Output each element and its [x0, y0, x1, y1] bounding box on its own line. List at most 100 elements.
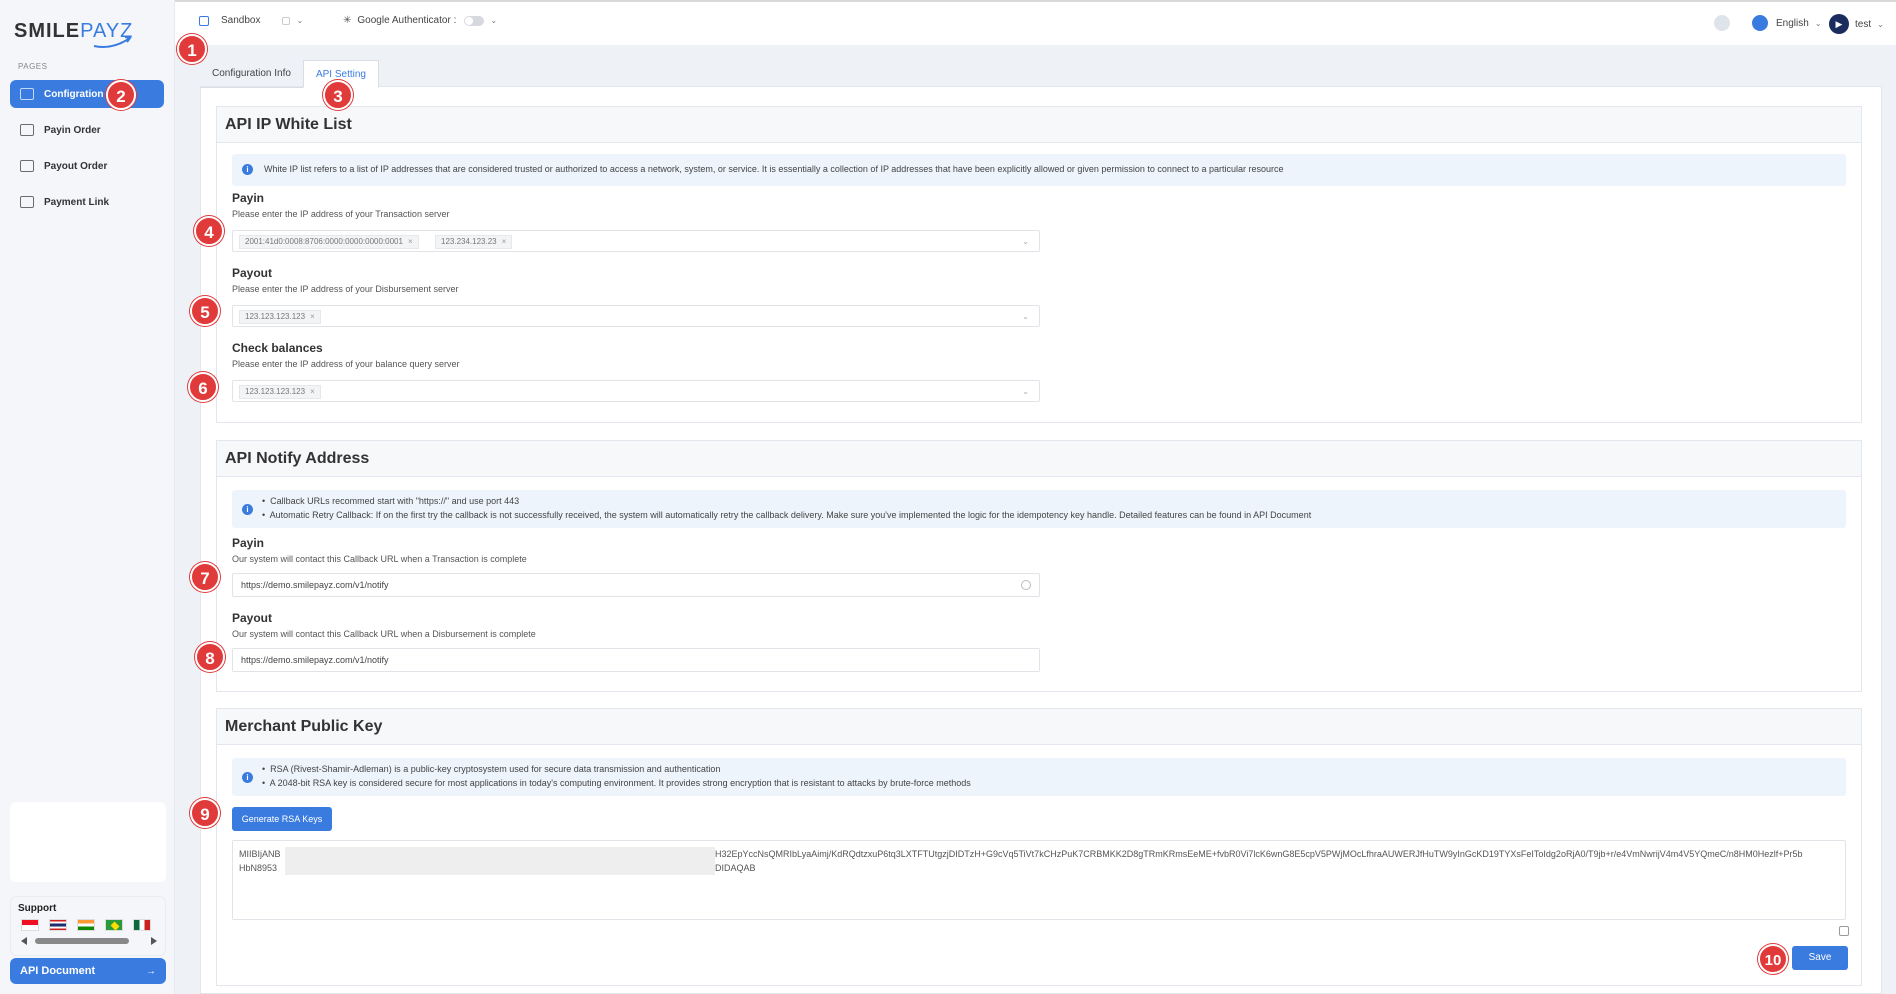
google-authenticator-toggle[interactable]: ✳ Google Authenticator : ⌄: [343, 15, 497, 26]
step-marker-8: 8: [195, 642, 225, 672]
env-label: Sandbox: [221, 15, 261, 26]
support-panel: Support: [10, 896, 166, 956]
publickey-bullet-2: • A 2048-bit RSA key is considered secur…: [262, 778, 971, 788]
clear-icon[interactable]: [1021, 580, 1031, 590]
thailand-flag-icon[interactable]: [49, 919, 67, 931]
generate-rsa-keys-button[interactable]: Generate RSA Keys: [232, 807, 332, 831]
scroll-thumb[interactable]: [35, 938, 129, 944]
ip-tag[interactable]: 2001:41d0:0008:8706:0000:0000:0000:0001 ×: [239, 235, 419, 249]
flags-scrollbar[interactable]: [21, 937, 157, 945]
info-icon: i: [242, 772, 253, 783]
sandbox-icon: [199, 15, 209, 26]
sidebar-item-label: Configration: [44, 88, 104, 100]
payin-ip-label: Payin: [232, 191, 265, 205]
payout-callback-input[interactable]: https://demo.smilepayz.com/v1/notify: [232, 648, 1040, 672]
info-icon: i: [242, 164, 253, 175]
section-title: API IP White List: [217, 107, 1861, 143]
close-icon[interactable]: ×: [502, 237, 507, 246]
sidebar-item-label: Payin Order: [44, 124, 101, 136]
sidebar-item-payin-order[interactable]: Payin Order: [10, 116, 164, 144]
public-key-textarea[interactable]: MIIBIjANB HbN8953 H32EpYccNsQMRIbLyaAimj…: [232, 840, 1846, 920]
config-icon: [20, 88, 34, 100]
publickey-info-box: i • RSA (Rivest-Shamir-Adleman) is a pub…: [232, 758, 1846, 796]
close-icon[interactable]: ×: [408, 237, 413, 246]
payout-ip-label: Payout: [232, 266, 273, 280]
payout-order-icon: [20, 160, 34, 172]
api-document-label: API Document: [20, 965, 96, 977]
check-balances-ip-hint: Please enter the IP address of your bala…: [232, 359, 460, 369]
payin-callback-input[interactable]: https://demo.smilepayz.com/v1/notify: [232, 573, 1040, 597]
scroll-right-icon[interactable]: [151, 937, 157, 945]
payout-callback-label: Payout: [232, 611, 273, 625]
step-marker-10: 10: [1758, 944, 1788, 974]
step-marker-2: 2: [106, 80, 136, 110]
whitelist-info-box: i White IP list refers to a list of IP a…: [232, 154, 1846, 186]
key-line-1-end: H32EpYccNsQMRIbLyaAimj/KdRQdtzxuP6tq3LXT…: [715, 849, 1803, 859]
chevron-down-icon: ⌄: [1814, 18, 1822, 28]
check-balances-ip-select[interactable]: 123.123.123.123 × ⌄: [232, 380, 1040, 402]
support-title: Support: [18, 903, 57, 914]
chat-button[interactable]: [1714, 15, 1730, 31]
top-header: Sandbox ⌄ ✳ Google Authenticator : ⌄ Eng…: [175, 0, 1896, 45]
api-document-button[interactable]: API Document →: [10, 958, 166, 984]
avatar: ▶: [1829, 14, 1849, 34]
user-name: test: [1855, 18, 1872, 30]
chevron-down-icon: ⌄: [1022, 387, 1029, 396]
payout-ip-select[interactable]: 123.123.123.123 × ⌄: [232, 305, 1040, 327]
save-button[interactable]: Save: [1792, 946, 1848, 970]
payout-ip-hint: Please enter the IP address of your Disb…: [232, 284, 459, 294]
sidebar-item-payout-order[interactable]: Payout Order: [10, 152, 164, 180]
close-icon[interactable]: ×: [310, 312, 315, 321]
sidebar: SMILEPAYZ PAGES Configration Payin Order…: [0, 0, 175, 994]
step-marker-4: 4: [194, 216, 224, 246]
sidebar-blank-panel: [10, 802, 166, 882]
chevron-down-icon: ⌄: [490, 16, 498, 25]
publickey-bullet-1: • RSA (Rivest-Shamir-Adleman) is a publi…: [262, 764, 721, 774]
tab-configuration-info[interactable]: Configuration Info: [200, 60, 303, 88]
check-balances-ip-label: Check balances: [232, 341, 323, 355]
brazil-flag-icon[interactable]: [105, 919, 123, 931]
indonesia-flag-icon[interactable]: [21, 919, 39, 931]
logo-swoosh-icon: [93, 36, 132, 48]
sidebar-item-payment-link[interactable]: Payment Link: [10, 188, 164, 216]
info-icon: i: [242, 504, 253, 515]
ip-tag[interactable]: 123.123.123.123 ×: [239, 385, 321, 399]
mexico-flag-icon[interactable]: [133, 919, 151, 931]
user-menu[interactable]: ▶ test ⌄: [1829, 14, 1884, 34]
ga-switch[interactable]: [464, 15, 485, 26]
payin-callback-hint: Our system will contact this Callback UR…: [232, 554, 527, 564]
copy-icon[interactable]: [1839, 926, 1849, 936]
pages-section-label: PAGES: [18, 62, 48, 71]
section-title: API Notify Address: [217, 441, 1861, 477]
chevron-down-icon: ⌄: [1022, 237, 1029, 246]
notify-bullet-1: • Callback URLs recommed start with "htt…: [262, 496, 520, 506]
settings-tabs: Configuration Info API Setting: [200, 60, 379, 88]
payin-order-icon: [20, 124, 34, 136]
ip-tag[interactable]: 123.123.123.123 ×: [239, 310, 321, 324]
step-marker-5: 5: [190, 296, 220, 326]
close-icon[interactable]: ×: [310, 387, 315, 396]
notify-info-box: i • Callback URLs recommed start with "h…: [232, 490, 1846, 528]
step-marker-3: 3: [323, 80, 353, 110]
globe-icon: [1752, 15, 1768, 31]
section-title: Merchant Public Key: [217, 709, 1861, 745]
sidebar-item-configration[interactable]: Configration: [10, 80, 164, 108]
step-marker-6: 6: [188, 372, 218, 402]
payin-ip-select[interactable]: 2001:41d0:0008:8706:0000:0000:0000:0001 ×…: [232, 230, 1040, 252]
key-line-1-start: MIIBIjANB: [239, 849, 281, 859]
key-line-2-end: DIDAQAB: [715, 863, 756, 873]
whitelist-info-text: White IP list refers to a list of IP add…: [264, 164, 1284, 174]
scroll-left-icon[interactable]: [21, 937, 27, 945]
key-redaction-mask: [285, 847, 715, 875]
payment-link-icon: [20, 196, 34, 208]
sidebar-item-label: Payment Link: [44, 196, 110, 208]
chat-icon: [1714, 15, 1730, 31]
env-selector[interactable]: Sandbox ⌄: [199, 15, 303, 26]
chevron-down-icon: ⌄: [1877, 19, 1884, 29]
ga-label: Google Authenticator :: [357, 15, 457, 26]
language-selector[interactable]: English ⌄: [1752, 15, 1822, 31]
arrow-right-icon: →: [146, 965, 156, 977]
support-flags: [21, 919, 151, 931]
ip-tag[interactable]: 123.234.123.23 ×: [435, 235, 513, 249]
india-flag-icon[interactable]: [77, 919, 95, 931]
